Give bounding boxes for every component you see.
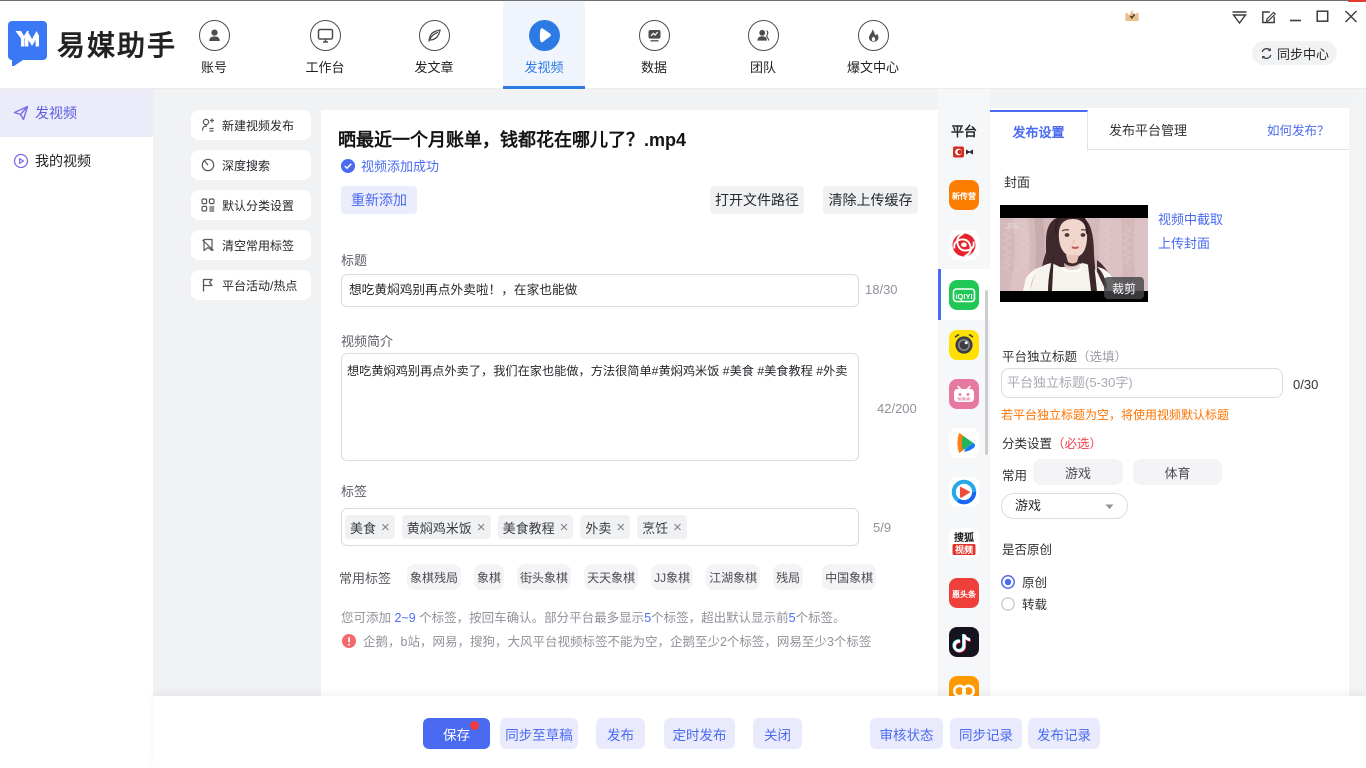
svg-text:游玩: 游玩: [1006, 221, 1020, 230]
svg-text:搜狐: 搜狐: [954, 531, 974, 544]
svg-text:iQIYI: iQIYI: [955, 292, 972, 301]
svg-text:bilibili: bilibili: [958, 397, 971, 402]
svg-text:惠头条: 惠头条: [952, 589, 977, 599]
svg-text:视频: 视频: [955, 544, 973, 555]
svg-text:新传营: 新传营: [952, 191, 976, 201]
